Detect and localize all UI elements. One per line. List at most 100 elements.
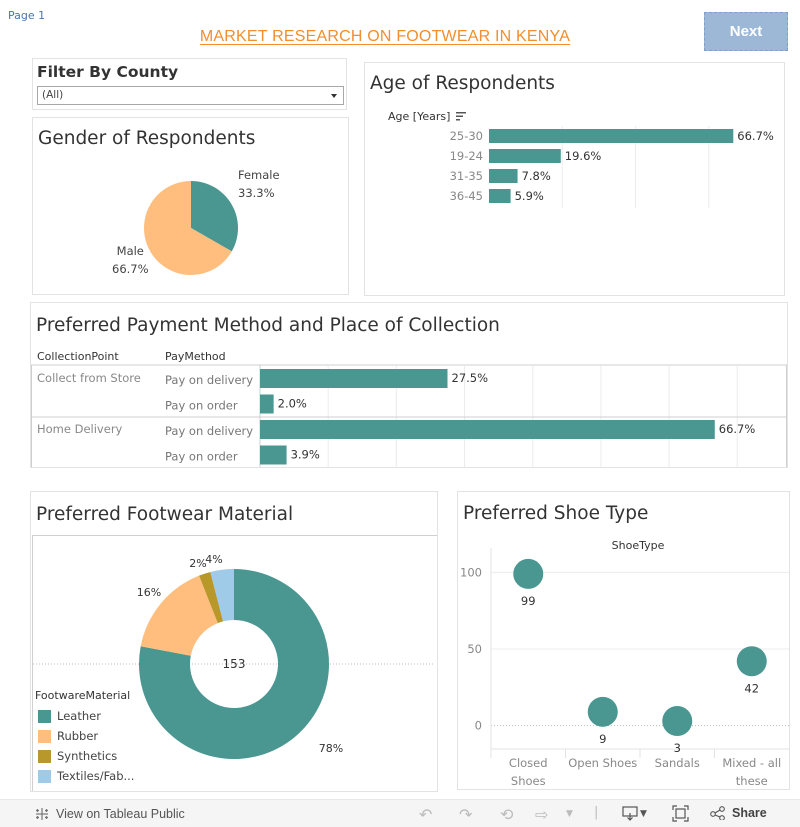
payment-method-label: Pay on delivery bbox=[165, 373, 253, 387]
legend-item[interactable]: Rubber bbox=[35, 726, 134, 746]
download-dropdown-icon[interactable]: ▼ bbox=[640, 809, 647, 819]
filter-panel: Filter By County (All) bbox=[32, 58, 347, 110]
gender-male-name: Male bbox=[116, 244, 144, 258]
toolbar-divider: | bbox=[594, 805, 599, 820]
gender-label-female: Female 33.3% bbox=[238, 166, 280, 202]
gender-panel: Gender of Respondents Female 33.3% Male … bbox=[32, 117, 349, 295]
age-bar bbox=[489, 189, 511, 203]
shoetype-scatter-chart: ShoeType 0 50 100 99 Closed Shoes 9 Open Shoes 3S… bbox=[460, 539, 789, 788]
legend-label: Textiles/Fab... bbox=[57, 769, 135, 783]
shoetype-point-label: 9 bbox=[599, 732, 606, 746]
shoetype-panel: Preferred Shoe Type ShoeType 0 50 100 99 Clos… bbox=[457, 491, 790, 790]
payment-bar-label: 2.0% bbox=[278, 397, 307, 411]
legend-title: FootwareMaterial bbox=[35, 689, 131, 702]
gender-label-male: Male 66.7% bbox=[112, 242, 149, 278]
payment-bar-label: 3.9% bbox=[291, 448, 320, 462]
fullscreen-icon[interactable] bbox=[672, 805, 689, 826]
share-button[interactable]: Share bbox=[710, 806, 767, 820]
shoetype-category-label: Shoes bbox=[511, 774, 546, 788]
county-filter-dropdown[interactable]: (All) bbox=[37, 86, 344, 105]
shoetype-point-label: 99 bbox=[521, 594, 536, 608]
material-slice-label: 16% bbox=[137, 586, 161, 599]
age-bar-label: 19.6% bbox=[565, 149, 602, 163]
share-label: Share bbox=[732, 806, 767, 820]
age-bar bbox=[489, 129, 734, 143]
shoetype-point bbox=[587, 696, 618, 727]
page-label[interactable]: Page 1 bbox=[8, 9, 45, 22]
undo-icon[interactable]: ↶ bbox=[419, 805, 432, 824]
legend-swatch bbox=[38, 709, 51, 723]
shoetype-axis-title: ShoeType bbox=[612, 539, 665, 552]
revert-icon[interactable]: ⟲ bbox=[500, 805, 513, 824]
legend-item[interactable]: Textiles/Fab... bbox=[35, 766, 134, 786]
shoetype-category-label: Mixed - all bbox=[722, 756, 781, 770]
filter-title: Filter By County bbox=[37, 63, 179, 81]
age-panel: Age of Respondents Age [Years] 25-30 66.7… bbox=[364, 62, 785, 296]
payment-group-label: Home Delivery bbox=[37, 422, 123, 436]
legend-label: Synthetics bbox=[57, 749, 118, 763]
material-panel: Preferred Footwear Material 78% 16% 2% 4% 15… bbox=[30, 491, 438, 792]
payment-method-label: Pay on order bbox=[165, 450, 238, 464]
footer-toolbar: View on Tableau Public ↶ ↷ ⟲ ⇨ ▼ | ▼ Sha… bbox=[0, 799, 800, 827]
view-on-tableau-label: View on Tableau Public bbox=[56, 807, 185, 821]
payment-panel: Preferred Payment Method and Place of Co… bbox=[30, 302, 788, 468]
payment-bar bbox=[260, 445, 287, 465]
payment-bar-label: 66.7% bbox=[719, 422, 756, 436]
age-category-label: 36-45 bbox=[450, 189, 483, 203]
legend-swatch bbox=[38, 749, 51, 763]
payment-bar bbox=[260, 369, 448, 388]
shoetype-category-label: Sandals bbox=[655, 756, 700, 770]
age-bar-label: 7.8% bbox=[522, 169, 551, 183]
material-legend: FootwareMaterial Leather Rubber Synthetics… bbox=[35, 689, 134, 786]
age-bar-label: 5.9% bbox=[515, 189, 544, 203]
payment-bar bbox=[260, 394, 274, 414]
chevron-down-icon bbox=[331, 94, 337, 98]
shoetype-point-label: 42 bbox=[744, 681, 759, 695]
gender-female-value: 33.3% bbox=[238, 186, 275, 200]
age-bar-label: 66.7% bbox=[737, 129, 774, 143]
legend-item[interactable]: Leather bbox=[35, 706, 134, 726]
shoetype-category-label: Open Shoes bbox=[568, 756, 637, 770]
age-bar-chart: 25-30 66.7% 19-24 19.6% 31-35 7.8% 36-45 5.9% bbox=[450, 126, 774, 208]
legend-swatch bbox=[38, 729, 51, 743]
shoetype-point bbox=[513, 558, 544, 589]
next-button[interactable]: Next bbox=[704, 12, 788, 51]
payment-method-label: Pay on order bbox=[165, 399, 238, 413]
age-category-label: 31-35 bbox=[450, 169, 483, 183]
material-total-label: 153 bbox=[223, 657, 246, 671]
age-bar bbox=[489, 169, 518, 183]
gender-pie-chart bbox=[144, 181, 238, 275]
county-filter-value: (All) bbox=[42, 89, 64, 101]
material-slice-label: 4% bbox=[205, 553, 222, 566]
shoetype-ytick-label: 0 bbox=[475, 719, 482, 733]
payment-group-label: Collect from Store bbox=[37, 371, 141, 385]
payment-method-label: Pay on delivery bbox=[165, 424, 253, 438]
shoetype-category-label: these bbox=[736, 774, 768, 788]
legend-item[interactable]: Synthetics bbox=[35, 746, 134, 766]
gender-female-name: Female bbox=[238, 168, 280, 182]
payment-bar-chart: Collect from Store Pay on delivery 27.5% Pa… bbox=[31, 364, 787, 467]
material-slice-label: 78% bbox=[319, 742, 343, 755]
age-category-label: 25-30 bbox=[450, 129, 483, 143]
material-slice-label: 2% bbox=[189, 557, 206, 570]
view-on-tableau-link[interactable]: View on Tableau Public bbox=[34, 806, 185, 822]
legend-swatch bbox=[38, 769, 51, 783]
shoetype-ytick-label: 50 bbox=[467, 642, 482, 656]
redo-icon[interactable]: ↷ bbox=[459, 805, 472, 824]
shoetype-point bbox=[662, 706, 693, 737]
refresh-dropdown-icon[interactable]: ▼ bbox=[566, 809, 573, 819]
shoetype-point-label: 3 bbox=[674, 741, 681, 755]
tableau-logo-icon bbox=[36, 808, 48, 820]
shoetype-point bbox=[736, 646, 767, 677]
gender-male-value: 66.7% bbox=[112, 262, 149, 276]
download-icon[interactable] bbox=[622, 805, 638, 825]
legend-label: Leather bbox=[57, 709, 101, 723]
shoetype-ytick-label: 100 bbox=[460, 565, 482, 579]
payment-bar-label: 27.5% bbox=[452, 371, 489, 385]
payment-bar bbox=[260, 420, 715, 439]
refresh-icon[interactable]: ⇨ bbox=[535, 805, 548, 824]
shoetype-category-label: Closed bbox=[509, 756, 548, 770]
age-category-label: 19-24 bbox=[450, 149, 483, 163]
age-bar bbox=[489, 149, 561, 163]
share-icon bbox=[710, 806, 725, 820]
